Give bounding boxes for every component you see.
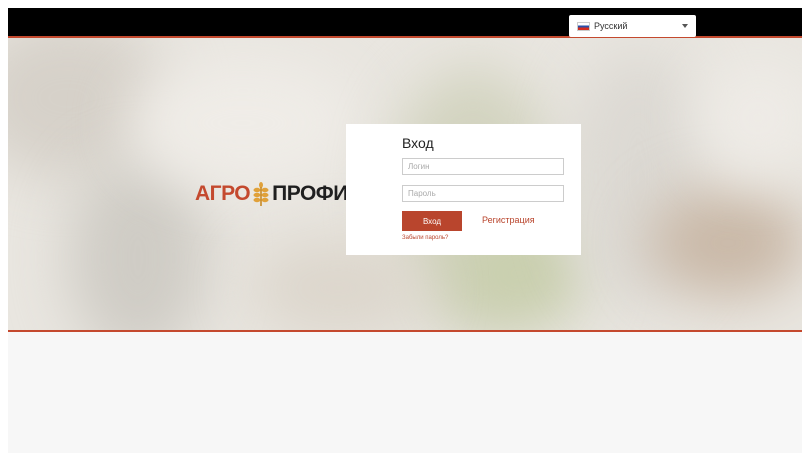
wheat-icon — [253, 182, 269, 206]
language-select-value: Русский — [594, 21, 628, 31]
login-title: Вход — [402, 135, 434, 151]
language-select[interactable]: Русский — [569, 15, 696, 37]
page-frame: Русский АГРО ПРОФИЛЬ Вход Вход — [8, 8, 802, 453]
register-link[interactable]: Регистрация — [482, 215, 535, 225]
chevron-down-icon — [682, 24, 688, 28]
login-card: Вход Вход Регистрация Забыли пароль? — [346, 124, 581, 255]
forgot-password-link[interactable]: Забыли пароль? — [402, 235, 448, 241]
brand-logo-part1: АГРО — [195, 182, 251, 205]
password-input[interactable] — [402, 185, 564, 202]
russia-flag-icon — [577, 21, 590, 31]
login-button[interactable]: Вход — [402, 211, 462, 231]
login-input[interactable] — [402, 158, 564, 175]
top-bar: Русский — [8, 8, 802, 38]
